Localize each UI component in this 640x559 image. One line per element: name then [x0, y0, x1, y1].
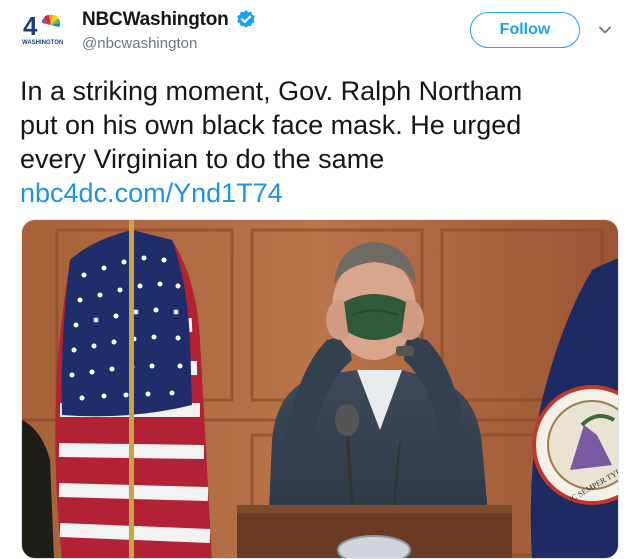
display-name[interactable]: NBCWashington: [82, 9, 229, 31]
tweet-link[interactable]: nbc4dc.com/Ynd1T74: [20, 176, 620, 210]
verified-badge-icon: [236, 9, 256, 29]
tweet-photo[interactable]: SIC SEMPER TYRANNIS: [21, 219, 619, 559]
account-handle[interactable]: @nbcwashington: [82, 35, 197, 52]
tweet-text-line-2: put on his own black face mask. He urged: [20, 110, 522, 140]
tweet-text: In a striking moment, Gov. Ralph Northam…: [20, 74, 620, 210]
nbc-washington-logo[interactable]: 4 WASHINGTON: [21, 11, 69, 47]
follow-button[interactable]: Follow: [470, 12, 580, 48]
chevron-down-icon[interactable]: [597, 22, 613, 38]
tweet-header: 4 WASHINGTON NBCWashington @nbcwashingto…: [0, 0, 640, 60]
logo-text: WASHINGTON: [22, 40, 63, 46]
tweet-text-line-3: every Virginian to do the same: [20, 144, 385, 174]
tweet-text-line-1: In a striking moment, Gov. Ralph Northam: [20, 76, 523, 106]
logo-number: 4: [23, 11, 38, 41]
